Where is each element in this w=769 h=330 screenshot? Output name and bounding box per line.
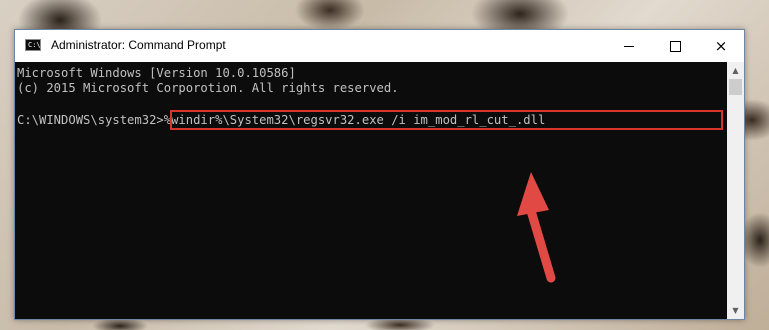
scroll-down-icon[interactable]: ▼ (727, 302, 744, 319)
copyright-line: (c) 2015 Microsoft Corporotion. All righ… (17, 81, 399, 95)
minimize-button[interactable] (606, 30, 652, 62)
cmd-icon: C:\ (25, 39, 41, 51)
window-title: Administrator: Command Prompt (51, 38, 226, 52)
command-prompt-window: C:\ Administrator: Command Prompt × Micr… (14, 29, 745, 320)
maximize-button[interactable] (652, 30, 698, 62)
maximize-icon (669, 40, 681, 52)
close-icon: × (714, 36, 728, 55)
title-bar[interactable]: C:\ Administrator: Command Prompt × (15, 30, 744, 62)
scroll-thumb[interactable] (729, 79, 742, 95)
console-output[interactable]: Microsoft Windows [Version 10.0.10586] (… (15, 62, 727, 319)
command-highlight-box (170, 110, 723, 130)
prompt-text: C:\WINDOWS\system32> (17, 113, 164, 127)
scroll-up-icon[interactable]: ▲ (727, 62, 744, 79)
vertical-scrollbar[interactable]: ▲ ▼ (727, 62, 744, 319)
version-line: Microsoft Windows [Version 10.0.10586] (17, 66, 296, 80)
close-button[interactable]: × (698, 30, 744, 62)
minimize-icon (624, 45, 634, 47)
pointer-arrow-icon (517, 172, 556, 283)
